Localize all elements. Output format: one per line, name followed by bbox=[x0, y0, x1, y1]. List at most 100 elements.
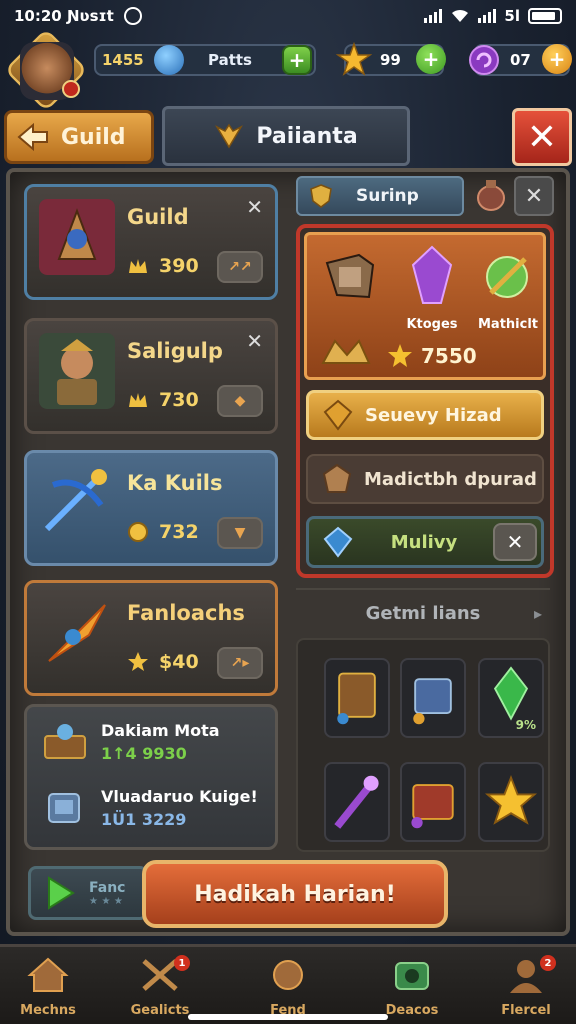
stats-row-2: Vluadaruo Kuige! 1Ü1 3229 bbox=[41, 787, 258, 829]
grid-slot-5[interactable] bbox=[400, 762, 466, 842]
gem-count: 1455 bbox=[102, 51, 144, 69]
shop-item-1[interactable] bbox=[315, 245, 385, 317]
close-button[interactable]: ✕ bbox=[512, 108, 572, 166]
cell-signal-2-icon bbox=[478, 9, 497, 23]
bottom-nav: Mechns 1 Gealicts Fend Deacos 2 Flercel bbox=[0, 944, 576, 1024]
section-header[interactable]: Getmi lians ▸ bbox=[296, 596, 550, 630]
tab-shop-label: Surinp bbox=[356, 186, 419, 206]
blue-gem-icon bbox=[323, 526, 353, 558]
shop-offer[interactable]: Ktoges Mathiclt 7550 bbox=[304, 232, 546, 380]
page-title: Paiianta bbox=[162, 106, 410, 166]
guild-card-1[interactable]: Guild ✕ 390 ↗↗ bbox=[24, 184, 278, 300]
title-text: Paiianta bbox=[256, 123, 358, 149]
fire-dagger-icon bbox=[48, 604, 106, 662]
grid-slot-1[interactable] bbox=[324, 658, 390, 738]
add-gems-button[interactable]: + bbox=[282, 45, 312, 75]
guild-card-3-name: Ka Kuils bbox=[127, 471, 223, 495]
nav-item-home-label: Mechns bbox=[20, 1003, 76, 1018]
status-time: 10:20 Ɲʋsɪt bbox=[14, 7, 114, 25]
grid-slot-4[interactable] bbox=[324, 762, 390, 842]
camera-icon bbox=[395, 962, 429, 990]
gold-gem-icon bbox=[323, 399, 353, 431]
shop-price: 7550 bbox=[387, 343, 477, 369]
cell-signal-icon bbox=[424, 9, 443, 23]
shop-action-button-3[interactable]: Mulivy ✕ bbox=[306, 516, 544, 568]
potion-icon[interactable] bbox=[474, 176, 508, 212]
shop-action-button-2[interactable]: Madictbh dpurad bbox=[306, 454, 544, 504]
magic-bow-icon bbox=[44, 469, 107, 532]
guild-card-1-action-button[interactable]: ↗↗ bbox=[217, 251, 263, 283]
nav-item-profile-label: Flercel bbox=[501, 1003, 551, 1018]
header: Guild Paiianta ✕ bbox=[0, 104, 576, 166]
add-stars-button[interactable]: + bbox=[416, 44, 446, 74]
crystal-chest-icon bbox=[413, 678, 452, 725]
amber-gem-icon bbox=[322, 463, 352, 493]
shop-item-2[interactable]: Ktoges bbox=[397, 245, 467, 332]
purple-wand-icon bbox=[334, 775, 379, 829]
back-label: Guild bbox=[61, 124, 126, 150]
guild-card-4-cost-value: $40 bbox=[159, 651, 199, 673]
warrior-portrait-icon bbox=[39, 333, 115, 409]
shop-action-button-2-label: Madictbh dpurad bbox=[364, 468, 537, 490]
guild-card-4-name: Fanloachs bbox=[127, 601, 245, 625]
chevron-right-icon[interactable]: ▸ bbox=[534, 604, 542, 623]
guild-card-1-close-icon[interactable]: ✕ bbox=[246, 195, 263, 219]
nav-item-home[interactable]: Mechns bbox=[0, 955, 96, 1024]
shop-item-3[interactable]: Mathiclt bbox=[473, 245, 543, 332]
signal-text: 5l bbox=[504, 7, 520, 25]
quest-card-rating: ★ ★ ★ bbox=[89, 895, 123, 907]
gold-coin-icon bbox=[128, 522, 148, 542]
gem-resource: 1455 Patts + bbox=[94, 44, 316, 76]
game-screen: 10:20 Ɲʋsɪt 5l 1455 Patts + 99 + 07 + Gu… bbox=[0, 0, 576, 1024]
red-chest-icon bbox=[411, 784, 454, 829]
guild-card-1-name: Guild bbox=[127, 205, 189, 229]
guild-armor-icon bbox=[39, 199, 115, 275]
grid-slot-6[interactable] bbox=[478, 762, 544, 842]
purple-orb-icon bbox=[469, 45, 499, 75]
star-icon bbox=[388, 344, 412, 367]
guild-card-3-action-button[interactable]: ▼ bbox=[217, 517, 263, 549]
item-grid: 9% bbox=[296, 638, 550, 852]
shop-action-button-1[interactable]: Seuevy Hizad bbox=[306, 390, 544, 440]
grid-slot-2[interactable] bbox=[400, 658, 466, 738]
back-button[interactable]: Guild bbox=[4, 110, 154, 164]
shop-panel: Ktoges Mathiclt 7550 Seuevy Hizad Madict… bbox=[296, 224, 554, 578]
tab-shop[interactable]: Surinp bbox=[296, 176, 464, 216]
nav-item-profile[interactable]: 2 Flercel bbox=[478, 955, 574, 1024]
guild-card-2-close-icon[interactable]: ✕ bbox=[246, 329, 263, 353]
purple-crystal-icon bbox=[411, 245, 453, 304]
star-count: 99 bbox=[380, 51, 401, 69]
grid-slot-3[interactable]: 9% bbox=[478, 658, 544, 738]
shop-action-button-3-label: Mulivy bbox=[390, 531, 458, 553]
guild-card-3-cost-value: 732 bbox=[159, 521, 199, 543]
shop-action-button-3-close-button[interactable]: ✕ bbox=[493, 523, 537, 561]
guild-emblem-icon bbox=[215, 123, 244, 149]
avatar-badge-icon bbox=[62, 80, 80, 98]
stats-row-2-title: Vluadaruo Kuige! bbox=[101, 787, 258, 806]
friend-face-icon bbox=[273, 960, 303, 990]
back-arrow-icon bbox=[17, 122, 48, 152]
notification-icon bbox=[123, 7, 142, 25]
star-icon bbox=[336, 42, 372, 76]
nav-item-profile-badge: 2 bbox=[540, 955, 556, 971]
guild-card-4-action-button[interactable]: ↗▸ bbox=[217, 647, 263, 679]
guild-card-3[interactable]: Ka Kuils 732 ▼ bbox=[24, 450, 278, 566]
nav-item-guilds-badge: 1 bbox=[174, 955, 190, 971]
shop-price-value: 7550 bbox=[421, 344, 477, 368]
add-orbs-button[interactable]: + bbox=[542, 44, 572, 74]
guild-card-1-cost-value: 390 bbox=[159, 255, 199, 277]
stats-row-1-title: Dakiam Mota bbox=[101, 721, 220, 740]
guild-card-2[interactable]: Saligulp ✕ 730 ◆ bbox=[24, 318, 278, 434]
daily-reward-button[interactable]: Hadikah Harian! bbox=[142, 860, 448, 928]
guild-card-2-action-button[interactable]: ◆ bbox=[217, 385, 263, 417]
orb-count: 07 bbox=[510, 51, 531, 69]
guild-card-2-cost-value: 730 bbox=[159, 389, 199, 411]
crystal-box-icon bbox=[48, 793, 80, 823]
right-panel-close-button[interactable]: ✕ bbox=[514, 176, 554, 216]
gold-crown-icon bbox=[129, 259, 147, 273]
gold-star-icon bbox=[484, 774, 538, 825]
guild-card-4[interactable]: Fanloachs $40 ↗▸ bbox=[24, 580, 278, 696]
gem-orb-icon bbox=[154, 45, 184, 75]
section-divider bbox=[296, 588, 550, 590]
quest-card[interactable]: Fanc ★ ★ ★ bbox=[28, 866, 148, 920]
